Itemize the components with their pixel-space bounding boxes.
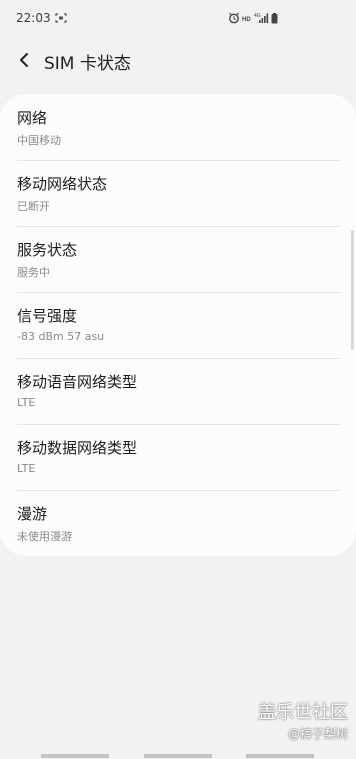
hd-label: HD <box>242 17 251 23</box>
recent-apps-button[interactable] <box>41 754 109 758</box>
item-title: 移动数据网络类型 <box>17 439 138 457</box>
list-item-service-state[interactable]: 服务状态 服务中 <box>0 226 356 292</box>
list-item-voice-network-type[interactable]: 移动语音网络类型 LTE <box>0 358 356 424</box>
sim-status-card: 网络 中国移动 移动网络状态 已断开 服务状态 服务中 信号强度 -83 dBm… <box>0 94 356 556</box>
battery-icon <box>271 13 278 24</box>
signal-icon: 4G <box>254 13 269 23</box>
status-icons: HD 4G <box>229 12 278 24</box>
item-title: 网络 <box>17 109 48 127</box>
list-item-mobile-network-state[interactable]: 移动网络状态 已断开 <box>0 160 356 226</box>
status-time: 22:03 <box>16 11 51 25</box>
app-header: SIM 卡状态 <box>0 40 356 80</box>
item-title: 服务状态 <box>17 241 78 259</box>
alarm-icon <box>229 12 239 24</box>
list-item-data-network-type[interactable]: 移动数据网络类型 LTE <box>0 424 356 490</box>
home-button[interactable] <box>144 754 212 758</box>
back-arrow-icon <box>20 53 28 67</box>
list-item-signal-strength[interactable]: 信号强度 -83 dBm 57 asu <box>0 292 356 358</box>
item-title: 漫游 <box>17 505 48 523</box>
list-item-network[interactable]: 网络 中国移动 <box>0 94 356 160</box>
item-title: 信号强度 <box>17 307 78 325</box>
item-title: 移动网络状态 <box>17 175 108 193</box>
svg-text:4G: 4G <box>254 13 261 19</box>
back-button[interactable] <box>10 46 38 74</box>
watermark-author: @裤子梨树 <box>287 727 348 741</box>
back-nav-button[interactable] <box>246 754 314 758</box>
navigation-bar <box>0 754 356 759</box>
watermark-title: 盖乐世社区 <box>258 702 348 723</box>
item-value: -83 dBm 57 asu <box>17 330 105 343</box>
item-title: 移动语音网络类型 <box>17 373 138 391</box>
item-value: 已断开 <box>17 200 50 213</box>
item-value: LTE <box>17 462 36 475</box>
item-value: 未使用漫游 <box>17 530 72 543</box>
screenshot-icon <box>55 13 67 23</box>
item-value: LTE <box>17 396 36 409</box>
list-item-roaming[interactable]: 漫游 未使用漫游 <box>0 490 356 556</box>
page-title: SIM 卡状态 <box>44 54 131 74</box>
item-value: 服务中 <box>17 266 50 279</box>
scrollbar[interactable] <box>351 230 354 350</box>
item-value: 中国移动 <box>17 134 61 147</box>
status-bar: 22:03 HD 4G <box>0 0 356 36</box>
